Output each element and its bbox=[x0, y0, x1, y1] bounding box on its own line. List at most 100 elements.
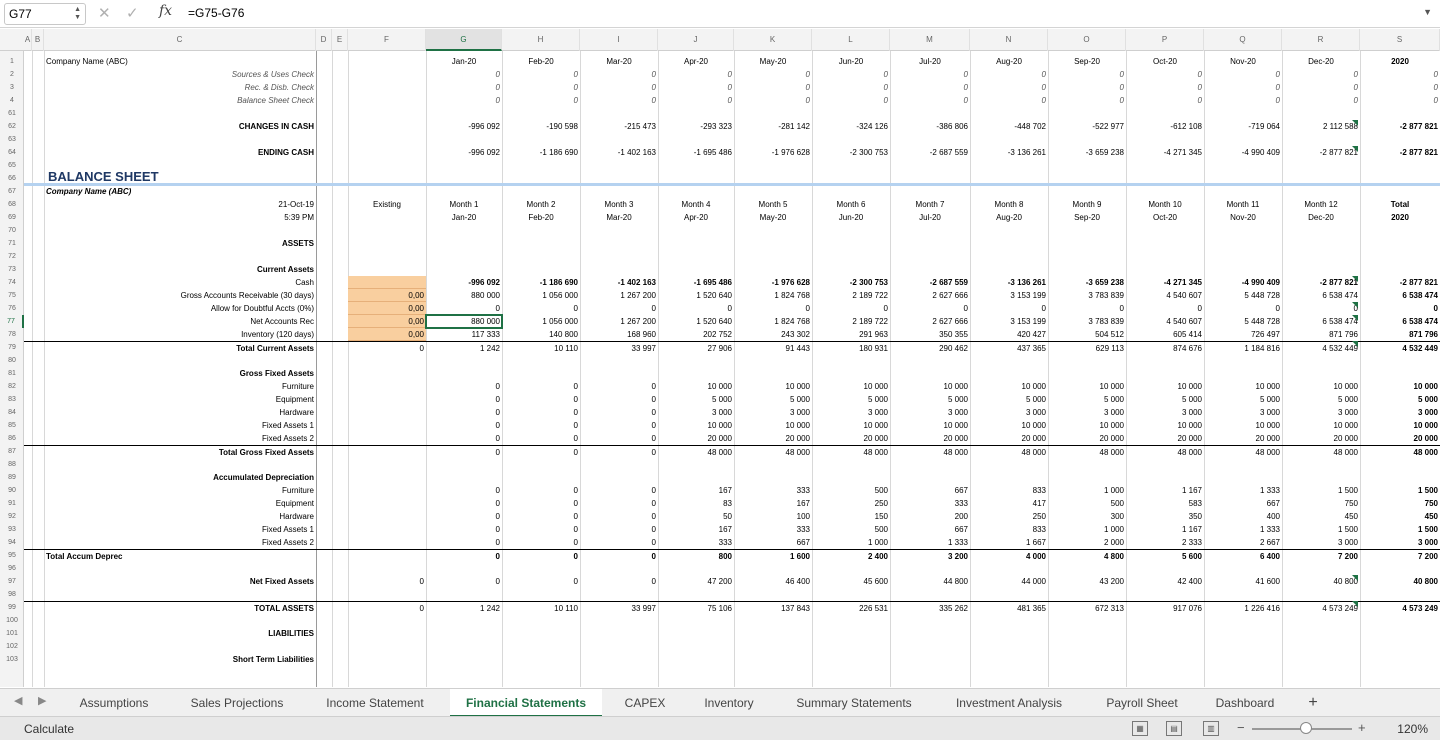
check-value[interactable]: 0 bbox=[890, 68, 970, 81]
value-cell[interactable]: 0 bbox=[502, 302, 580, 315]
row-header-97[interactable]: 97 bbox=[0, 575, 24, 588]
value-cell[interactable]: 44 000 bbox=[970, 575, 1048, 588]
row-header-84[interactable]: 84 bbox=[0, 406, 24, 419]
selected-cell[interactable] bbox=[425, 314, 503, 329]
value-cell[interactable]: 0 bbox=[426, 419, 502, 432]
check-value[interactable]: 0 bbox=[970, 81, 1048, 94]
value-cell[interactable]: 0 bbox=[502, 393, 580, 406]
value-cell[interactable]: 48 000 bbox=[1048, 446, 1126, 458]
expand-formula-icon[interactable]: ▼ bbox=[1423, 7, 1432, 17]
value-cell[interactable]: 800 bbox=[658, 550, 734, 562]
value-cell[interactable]: -2 877 821 bbox=[1360, 146, 1440, 159]
check-value[interactable]: 0 bbox=[734, 68, 812, 81]
value-cell[interactable]: 10 000 bbox=[970, 380, 1048, 393]
month-header[interactable]: May-20 bbox=[734, 55, 812, 68]
value-cell[interactable]: -190 598 bbox=[502, 120, 580, 133]
value-cell[interactable]: 10 000 bbox=[1282, 419, 1360, 432]
check-value[interactable]: 0 bbox=[1048, 81, 1126, 94]
value-cell[interactable]: 20 000 bbox=[658, 432, 734, 445]
zoom-in-icon[interactable]: + bbox=[1358, 720, 1366, 735]
row-header-102[interactable]: 102 bbox=[0, 640, 24, 653]
value-cell[interactable]: -996 092 bbox=[426, 120, 502, 133]
value-cell[interactable]: 4 000 bbox=[970, 550, 1048, 562]
value-cell[interactable]: 3 153 199 bbox=[970, 315, 1048, 328]
value-cell[interactable]: 33 997 bbox=[580, 602, 658, 614]
zoom-slider-handle[interactable] bbox=[1300, 722, 1312, 734]
value-cell[interactable]: 10 000 bbox=[658, 419, 734, 432]
month-label[interactable]: Month 7 bbox=[890, 198, 970, 211]
value-cell[interactable]: 0 bbox=[1282, 302, 1360, 315]
value-cell[interactable]: 48 000 bbox=[1126, 446, 1204, 458]
value-cell[interactable]: 0 bbox=[502, 523, 580, 536]
tab-sales-projections[interactable]: Sales Projections bbox=[170, 689, 304, 717]
check-value[interactable]: 0 bbox=[1282, 94, 1360, 107]
row-header-100[interactable]: 100 bbox=[0, 614, 24, 627]
month-label[interactable]: Month 6 bbox=[812, 198, 890, 211]
column-header-q[interactable]: Q bbox=[1204, 29, 1282, 51]
check-value[interactable]: 0 bbox=[1126, 68, 1204, 81]
value-cell[interactable]: 605 414 bbox=[1126, 328, 1204, 341]
row-header-99[interactable]: 99 bbox=[0, 601, 24, 614]
value-cell[interactable]: 750 bbox=[1360, 497, 1440, 510]
value-cell[interactable]: 43 200 bbox=[1048, 575, 1126, 588]
name-box[interactable]: G77 ▲ ▼ bbox=[4, 3, 86, 25]
value-cell[interactable]: 450 bbox=[1360, 510, 1440, 523]
value-cell[interactable]: 1 000 bbox=[812, 536, 890, 549]
check-value[interactable]: 0 bbox=[502, 81, 580, 94]
value-cell[interactable]: 41 600 bbox=[1204, 575, 1282, 588]
value-cell[interactable]: 10 000 bbox=[970, 419, 1048, 432]
value-cell[interactable]: 1 824 768 bbox=[734, 289, 812, 302]
value-cell[interactable]: -522 977 bbox=[1048, 120, 1126, 133]
value-cell[interactable]: 47 200 bbox=[658, 575, 734, 588]
value-cell[interactable]: 3 153 199 bbox=[970, 289, 1048, 302]
month-label[interactable]: Month 1 bbox=[426, 198, 502, 211]
value-cell[interactable]: -4 271 345 bbox=[1126, 146, 1204, 159]
value-cell[interactable]: 20 000 bbox=[734, 432, 812, 445]
value-cell[interactable]: 20 000 bbox=[1126, 432, 1204, 445]
value-cell[interactable]: 0 bbox=[580, 523, 658, 536]
value-cell[interactable]: 2 112 588 bbox=[1282, 120, 1360, 133]
month-label[interactable]: Total bbox=[1360, 198, 1440, 211]
check-value[interactable]: 0 bbox=[970, 94, 1048, 107]
value-cell[interactable]: 871 796 bbox=[1360, 328, 1440, 341]
month-date[interactable]: Jan-20 bbox=[426, 211, 502, 224]
value-cell[interactable]: 0 bbox=[502, 380, 580, 393]
value-cell[interactable]: 1 000 bbox=[1048, 523, 1126, 536]
value-cell[interactable]: 0 bbox=[1360, 302, 1440, 315]
value-cell[interactable]: 6 538 474 bbox=[1360, 289, 1440, 302]
value-cell[interactable]: -293 323 bbox=[658, 120, 734, 133]
month-label[interactable]: Month 12 bbox=[1282, 198, 1360, 211]
column-header-k[interactable]: K bbox=[734, 29, 812, 51]
value-cell[interactable]: 3 000 bbox=[1360, 536, 1440, 549]
row-header-93[interactable]: 93 bbox=[0, 523, 24, 536]
value-cell[interactable]: 417 bbox=[970, 497, 1048, 510]
check-value[interactable]: 0 bbox=[426, 68, 502, 81]
value-cell[interactable]: 10 000 bbox=[812, 380, 890, 393]
check-value[interactable]: 0 bbox=[502, 68, 580, 81]
error-indicator-icon[interactable] bbox=[1352, 341, 1358, 347]
value-cell[interactable]: 0 bbox=[890, 302, 970, 315]
row-header-78[interactable]: 78 bbox=[0, 328, 24, 341]
value-cell[interactable]: 20 000 bbox=[1282, 432, 1360, 445]
row-header-85[interactable]: 85 bbox=[0, 419, 24, 432]
month-date[interactable]: Jul-20 bbox=[890, 211, 970, 224]
existing-value[interactable]: 0 bbox=[348, 602, 426, 614]
month-label[interactable]: Month 5 bbox=[734, 198, 812, 211]
column-header-s[interactable]: S bbox=[1360, 29, 1440, 51]
month-date[interactable]: Nov-20 bbox=[1204, 211, 1282, 224]
value-cell[interactable]: 0 bbox=[580, 419, 658, 432]
row-header-63[interactable]: 63 bbox=[0, 133, 24, 146]
check-value[interactable]: 0 bbox=[580, 68, 658, 81]
tab-inventory[interactable]: Inventory bbox=[690, 689, 768, 717]
value-cell[interactable]: 0 bbox=[502, 497, 580, 510]
value-cell[interactable]: 400 bbox=[1204, 510, 1282, 523]
value-cell[interactable]: 1 184 816 bbox=[1204, 342, 1282, 354]
value-cell[interactable]: -4 271 345 bbox=[1126, 276, 1204, 289]
value-cell[interactable]: 0 bbox=[426, 497, 502, 510]
existing-value[interactable]: 0,00 bbox=[348, 289, 426, 302]
value-cell[interactable]: 450 bbox=[1282, 510, 1360, 523]
value-cell[interactable]: 75 106 bbox=[658, 602, 734, 614]
value-cell[interactable]: 0 bbox=[502, 432, 580, 445]
value-cell[interactable]: 0 bbox=[426, 393, 502, 406]
row-header-70[interactable]: 70 bbox=[0, 224, 24, 237]
